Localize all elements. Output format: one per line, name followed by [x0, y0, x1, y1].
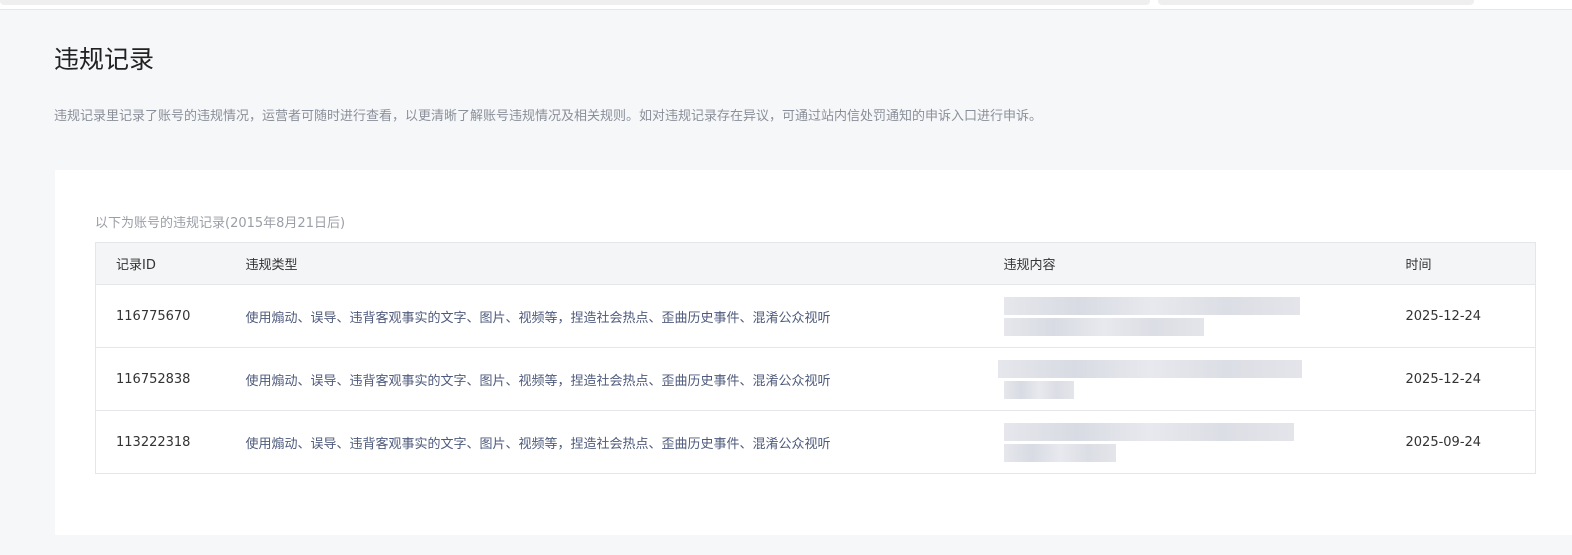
record-id: 113222318: [95, 410, 246, 474]
table-row: 113222318 使用煽动、误导、违背客观事实的文字、图片、视频等，捏造社会热…: [95, 410, 1536, 474]
table-row: 116775670 使用煽动、误导、违背客观事实的文字、图片、视频等，捏造社会热…: [95, 284, 1536, 348]
header-id: 记录ID: [95, 242, 246, 285]
violation-content-blurred: [997, 347, 1406, 411]
page-title: 违规记录: [54, 45, 155, 74]
violation-type: 使用煽动、误导、违背客观事实的文字、图片、视频等，捏造社会热点、歪曲历史事件、混…: [245, 410, 1004, 474]
page-description: 违规记录里记录了账号的违规情况，运营者可随时进行查看，以更清晰了解账号违规情况及…: [54, 109, 1043, 124]
record-time: 2025-12-24: [1405, 347, 1536, 411]
header-time: 时间: [1405, 242, 1536, 285]
record-id: 116752838: [95, 347, 246, 411]
violation-type: 使用煽动、误导、违背客观事实的文字、图片、视频等，捏造社会热点、歪曲历史事件、混…: [245, 347, 1004, 411]
top-bar: [0, 0, 1572, 10]
records-subtitle: 以下为账号的违规记录(2015年8月21日后): [95, 216, 346, 231]
top-tab[interactable]: [0, 0, 1150, 5]
violation-content-blurred: [1003, 284, 1406, 348]
table-row: 116752838 使用煽动、误导、违背客观事实的文字、图片、视频等，捏造社会热…: [95, 347, 1536, 411]
records-table: 记录ID 违规类型 违规内容 时间 116775670 使用煽动、误导、违背客观…: [95, 242, 1536, 474]
top-tab[interactable]: [1158, 0, 1474, 5]
record-time: 2025-09-24: [1405, 410, 1536, 474]
records-card: 以下为账号的违规记录(2015年8月21日后) 记录ID 违规类型 违规内容 时…: [55, 170, 1572, 535]
header-type: 违规类型: [245, 242, 1004, 285]
violation-content-blurred: [1003, 410, 1406, 474]
record-id: 116775670: [95, 284, 246, 348]
header-content: 违规内容: [1003, 242, 1406, 285]
violation-type: 使用煽动、误导、违背客观事实的文字、图片、视频等，捏造社会热点、歪曲历史事件、混…: [245, 284, 1004, 348]
record-time: 2025-12-24: [1405, 284, 1536, 348]
